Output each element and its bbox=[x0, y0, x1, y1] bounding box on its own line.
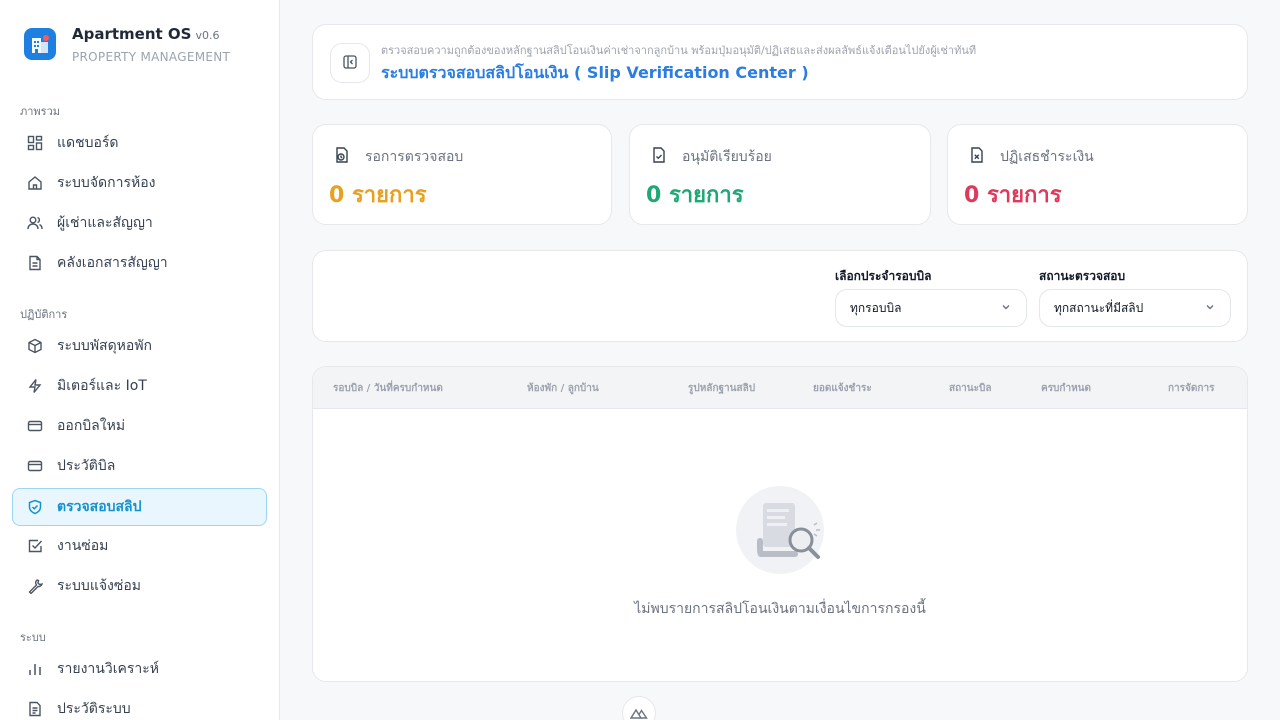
bar-chart-icon bbox=[26, 660, 44, 678]
stat-label: อนุมัติเรียบร้อย bbox=[682, 149, 772, 165]
floating-help-button[interactable] bbox=[622, 696, 656, 720]
column-header-slip-image: รูปหลักฐานสลิป bbox=[688, 383, 756, 394]
wrench-icon bbox=[26, 577, 44, 595]
sidebar-item-label: ระบบจัดการห้อง bbox=[57, 175, 156, 191]
status-select[interactable]: ทุกสถานะที่มีสลิป bbox=[1039, 289, 1231, 327]
sidebar-item-label: ออกบิลใหม่ bbox=[57, 418, 126, 434]
sidebar-item-label: ตรวจสอบสลิป bbox=[57, 499, 142, 515]
sidebar-item-tenants[interactable]: ผู้เช่าและสัญญา bbox=[12, 204, 267, 242]
billing-cycle-filter: เลือกประจำรอบบิล ทุกรอบบิล bbox=[835, 267, 1027, 327]
rejected-file-icon bbox=[968, 146, 986, 164]
sidebar-item-label: แดชบอร์ด bbox=[57, 135, 119, 151]
sidebar-item-repairs[interactable]: งานซ่อม bbox=[12, 527, 267, 565]
page-title: ระบบตรวจสอบสลิปโอนเงิน ( Slip Verificati… bbox=[381, 63, 809, 82]
sidebar-item-rooms[interactable]: ระบบจัดการห้อง bbox=[12, 164, 267, 202]
status-filter: สถานะตรวจสอบ ทุกสถานะที่มีสลิป bbox=[1039, 267, 1231, 327]
sidebar-item-label: ผู้เช่าและสัญญา bbox=[57, 215, 153, 231]
sidebar-item-label: คลังเอกสารสัญญา bbox=[57, 255, 168, 271]
sidebar-item-bill-history[interactable]: ประวัติบิล bbox=[12, 447, 267, 485]
home-icon bbox=[26, 174, 44, 192]
stat-card-approved: อนุมัติเรียบร้อย 0 รายการ bbox=[629, 124, 931, 225]
column-header-billing-cycle: รอบบิล / วันที่ครบกำหนด bbox=[333, 383, 443, 394]
stat-value: 0 รายการ bbox=[646, 183, 744, 208]
approved-file-icon bbox=[650, 146, 668, 164]
app-title: Apartment OS v0.6 bbox=[72, 25, 220, 43]
filter-bar: เลือกประจำรอบบิล ทุกรอบบิล สถานะตรวจสอบ … bbox=[312, 250, 1248, 342]
nav-section-overview: ภาพรวม bbox=[20, 105, 61, 118]
sidebar-item-label: งานซ่อม bbox=[57, 538, 109, 554]
card-icon bbox=[26, 417, 44, 435]
sidebar-collapse-icon bbox=[343, 54, 357, 73]
slip-table: รอบบิล / วันที่ครบกำหนด ห้องพัก / ลูกบ้า… bbox=[312, 366, 1248, 682]
app-version: v0.6 bbox=[195, 29, 220, 42]
card-icon bbox=[26, 457, 44, 475]
chevron-down-icon bbox=[1000, 301, 1012, 316]
sidebar-item-label: ประวัติบิล bbox=[57, 458, 116, 474]
brand[interactable]: Apartment OS v0.6 PROPERTY MANAGEMENT bbox=[24, 24, 230, 66]
page-description: ตรวจสอบความถูกต้องของหลักฐานสลิปโอนเงินค… bbox=[381, 44, 977, 57]
sidebar-item-parcels[interactable]: ระบบพัสดุหอพัก bbox=[12, 327, 267, 365]
column-header-amount: ยอดแจ้งชำระ bbox=[813, 383, 872, 394]
sidebar-item-dashboard[interactable]: แดชบอร์ด bbox=[12, 124, 267, 162]
stat-card-rejected: ปฏิเสธชำระเงิน 0 รายการ bbox=[947, 124, 1248, 225]
sidebar-item-label: รายงานวิเคราะห์ bbox=[57, 661, 159, 677]
users-icon bbox=[26, 214, 44, 232]
sidebar-item-contracts[interactable]: คลังเอกสารสัญญา bbox=[12, 244, 267, 282]
shield-check-icon bbox=[26, 498, 44, 516]
dashboard-icon bbox=[26, 134, 44, 152]
billing-cycle-label: เลือกประจำรอบบิล bbox=[835, 269, 932, 283]
stat-label: รอการตรวจสอบ bbox=[365, 149, 464, 165]
column-header-actions: การจัดการ bbox=[1168, 383, 1215, 394]
sidebar-item-label: ระบบพัสดุหอพัก bbox=[57, 338, 153, 354]
sidebar-item-slip-verification[interactable]: ตรวจสอบสลิป bbox=[12, 488, 267, 526]
nuxt-logo-icon bbox=[629, 704, 648, 720]
status-value: ทุกสถานะที่มีสลิป bbox=[1054, 300, 1144, 315]
app-subtitle: PROPERTY MANAGEMENT bbox=[72, 50, 231, 64]
empty-state-message: ไม่พบรายการสลิปโอนเงินตามเงื่อนไขการกรอง… bbox=[634, 601, 926, 617]
document-icon bbox=[26, 254, 44, 272]
stat-label: ปฏิเสธชำระเงิน bbox=[1000, 149, 1094, 165]
log-icon bbox=[26, 700, 44, 718]
stat-value: 0 รายการ bbox=[329, 183, 427, 208]
sidebar: Apartment OS v0.6 PROPERTY MANAGEMENT ภาพ… bbox=[0, 0, 280, 720]
sidebar-item-meters-iot[interactable]: มิเตอร์และ IoT bbox=[12, 367, 267, 405]
status-label: สถานะตรวจสอบ bbox=[1039, 269, 1126, 283]
billing-cycle-select[interactable]: ทุกรอบบิล bbox=[835, 289, 1027, 327]
nav-section-operations: ปฏิบัติการ bbox=[20, 308, 68, 321]
stat-card-pending: รอการตรวจสอบ 0 รายการ bbox=[312, 124, 612, 225]
column-header-bill-status: สถานะบิล bbox=[949, 383, 992, 394]
sidebar-item-repair-requests[interactable]: ระบบแจ้งซ่อม bbox=[12, 567, 267, 605]
sidebar-item-label: มิเตอร์และ IoT bbox=[57, 378, 147, 394]
sidebar-item-label: ประวัติระบบ bbox=[57, 701, 131, 717]
pending-file-icon bbox=[333, 146, 351, 164]
stat-value: 0 รายการ bbox=[964, 183, 1062, 208]
building-logo-icon bbox=[24, 28, 56, 60]
sidebar-item-system-log[interactable]: ประวัติระบบ bbox=[12, 690, 267, 720]
sidebar-item-analytics[interactable]: รายงานวิเคราะห์ bbox=[12, 650, 267, 688]
lightning-icon bbox=[26, 377, 44, 395]
billing-cycle-value: ทุกรอบบิล bbox=[850, 300, 902, 315]
check-square-icon bbox=[26, 537, 44, 555]
chevron-down-icon bbox=[1204, 301, 1216, 316]
column-header-due: ครบกำหนด bbox=[1041, 383, 1091, 394]
page-header: ตรวจสอบความถูกต้องของหลักฐานสลิปโอนเงินค… bbox=[312, 24, 1248, 100]
nav-section-system: ระบบ bbox=[20, 631, 46, 644]
package-icon bbox=[26, 337, 44, 355]
sidebar-toggle-button[interactable] bbox=[330, 43, 370, 83]
sidebar-item-new-bill[interactable]: ออกบิลใหม่ bbox=[12, 407, 267, 445]
column-header-room-tenant: ห้องพัก / ลูกบ้าน bbox=[527, 383, 599, 394]
table-header: รอบบิล / วันที่ครบกำหนด ห้องพัก / ลูกบ้า… bbox=[313, 367, 1247, 409]
empty-state-search-icon bbox=[735, 485, 825, 575]
sidebar-item-label: ระบบแจ้งซ่อม bbox=[57, 578, 142, 594]
